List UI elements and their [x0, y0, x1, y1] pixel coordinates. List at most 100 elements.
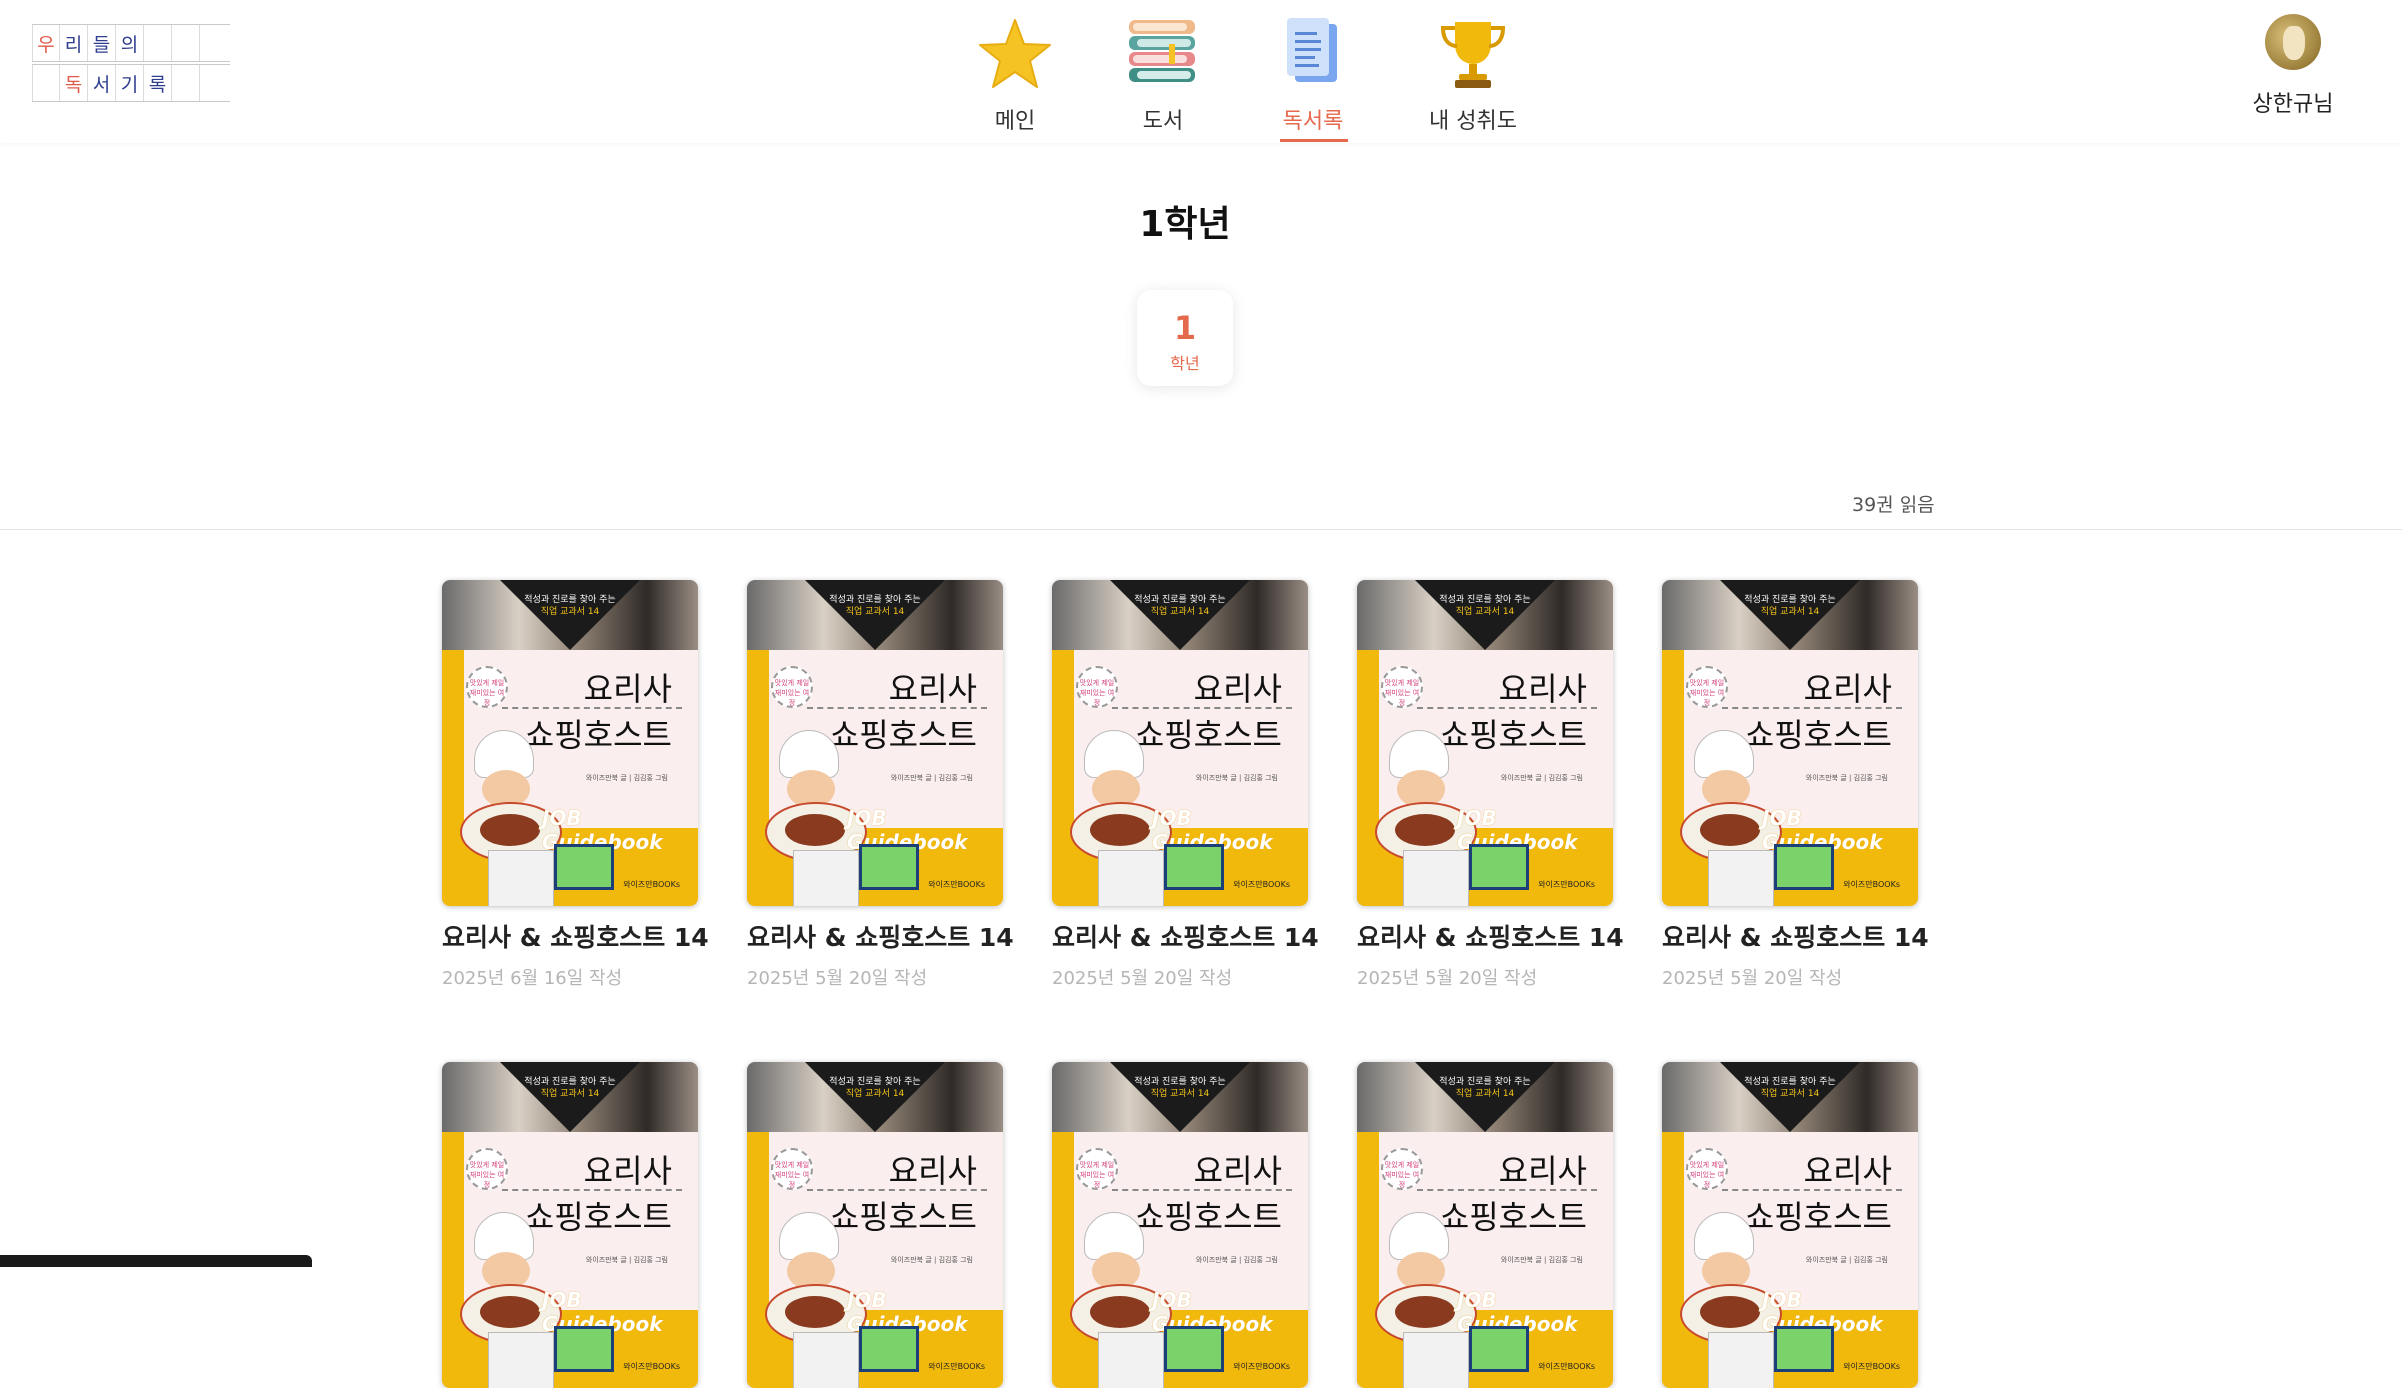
cover-title-2: 쇼핑호스트 — [524, 1198, 672, 1236]
cover-tagline-1: 적성과 진로를 찾아 주는 — [524, 1077, 616, 1087]
book-cover[interactable]: 적성과 진로를 찾아 주는 직업 교과서 14 맛있게 제일 재미있는 여정 요… — [1357, 580, 1613, 906]
nav-label-main: 메인 — [994, 109, 1036, 134]
cover-tagline-2: 직업 교과서 14 — [540, 1089, 600, 1099]
cover-tagline-1: 적성과 진로를 찾아 주는 — [1744, 595, 1836, 605]
chef-apron-illustration — [1708, 1332, 1774, 1388]
cover-tagline-2: 직업 교과서 14 — [1455, 1089, 1515, 1099]
cover-publisher: 와이즈만BOOKs — [928, 880, 985, 889]
cover-author: 와이즈만북 글 | 김김홍 그림 — [1805, 774, 1888, 782]
cover-tagline-2: 직업 교과서 14 — [540, 607, 600, 617]
chef-apron-illustration — [1403, 1332, 1469, 1388]
cover-author: 와이즈만북 글 | 김김홍 그림 — [585, 774, 668, 782]
cover-tagline-1: 적성과 진로를 찾아 주는 — [1439, 595, 1531, 605]
document-icon — [1287, 18, 1337, 82]
book-date: 2025년 5월 20일 작성 — [1357, 968, 1538, 989]
cover-tagline-1: 적성과 진로를 찾아 주는 — [1134, 1077, 1226, 1087]
cover-title-2: 쇼핑호스트 — [1439, 1198, 1587, 1236]
cover-publisher: 와이즈만BOOKs — [623, 1362, 680, 1371]
grade-selector-card[interactable]: 1 학년 — [1137, 290, 1233, 386]
book-date: 2025년 5월 20일 작성 — [1662, 968, 1843, 989]
book-cover[interactable]: 적성과 진로를 찾아 주는 직업 교과서 14 맛있게 제일 재미있는 여정 요… — [442, 1062, 698, 1388]
book-title[interactable]: 요리사 & 쇼핑호스트 14 — [1662, 918, 1929, 954]
book-cover[interactable]: 적성과 진로를 찾아 주는 직업 교과서 14 맛있게 제일 재미있는 여정 요… — [1662, 1062, 1918, 1388]
book-cover[interactable]: 적성과 진로를 찾아 주는 직업 교과서 14 맛있게 제일 재미있는 여정 요… — [1662, 580, 1918, 906]
book-cover[interactable]: 적성과 진로를 찾아 주는 직업 교과서 14 맛있게 제일 재미있는 여정 요… — [747, 1062, 1003, 1388]
cover-publisher: 와이즈만BOOKs — [1843, 880, 1900, 889]
cover-tagline-1: 적성과 진로를 찾아 주는 — [524, 595, 616, 605]
logo-char: 독 — [60, 65, 88, 101]
cover-dash-line — [1722, 1189, 1902, 1191]
chef-apron-illustration — [793, 850, 859, 906]
chef-apron-illustration — [1708, 850, 1774, 906]
logo-row-1: 우 리 들 의 — [32, 24, 230, 62]
cover-dash-line — [1112, 707, 1292, 709]
cover-author: 와이즈만북 글 | 김김홍 그림 — [890, 774, 973, 782]
book-cover[interactable]: 적성과 진로를 찾아 주는 직업 교과서 14 맛있게 제일 재미있는 여정 요… — [1052, 1062, 1308, 1388]
cover-title-1: 요리사 — [583, 1152, 672, 1190]
app-logo[interactable]: 우 리 들 의 독 서 기 록 — [32, 22, 230, 104]
tv-illustration — [859, 1326, 919, 1372]
cover-title-2: 쇼핑호스트 — [524, 716, 672, 754]
cover-title-2: 쇼핑호스트 — [1134, 1198, 1282, 1236]
grade-number: 1 — [1173, 309, 1197, 347]
cover-author: 와이즈만북 글 | 김김홍 그림 — [585, 1256, 668, 1264]
read-count: 39권 읽음 — [1852, 494, 1935, 516]
nav-item-reading-log[interactable]: 독서록 — [1248, 0, 1378, 143]
cover-author: 와이즈만북 글 | 김김홍 그림 — [1500, 1256, 1583, 1264]
section-divider — [0, 529, 2402, 530]
logo-row-2: 독 서 기 록 — [32, 64, 230, 102]
cover-tagline: 적성과 진로를 찾아 주는 직업 교과서 14 — [807, 594, 943, 618]
cover-title-1: 요리사 — [888, 670, 977, 708]
nav-label-books: 도서 — [1142, 109, 1184, 134]
book-title[interactable]: 요리사 & 쇼핑호스트 14 — [1052, 918, 1319, 954]
user-menu[interactable]: 상한규님 — [2228, 14, 2358, 118]
cover-publisher: 와이즈만BOOKs — [1538, 1362, 1595, 1371]
cover-title-1: 요리사 — [1803, 1152, 1892, 1190]
cover-tagline-1: 적성과 진로를 찾아 주는 — [1439, 1077, 1531, 1087]
cover-title-2: 쇼핑호스트 — [829, 716, 977, 754]
book-title[interactable]: 요리사 & 쇼핑호스트 14 — [1357, 918, 1624, 954]
cover-tagline: 적성과 진로를 찾아 주는 직업 교과서 14 — [1417, 1076, 1553, 1100]
nav-item-books[interactable]: 도서 — [1098, 0, 1228, 143]
cover-author: 와이즈만북 글 | 김김홍 그림 — [1500, 774, 1583, 782]
top-header: 우 리 들 의 독 서 기 록 메인 도서 독서록 내 성취도 상한규님 — [0, 0, 2402, 143]
book-title[interactable]: 요리사 & 쇼핑호스트 14 — [442, 918, 709, 954]
cover-tagline-2: 직업 교과서 14 — [1150, 607, 1210, 617]
tv-illustration — [1469, 1326, 1529, 1372]
cover-badge: 맛있게 제일 재미있는 여정 — [771, 1148, 813, 1190]
cover-dash-line — [1722, 707, 1902, 709]
cover-tagline: 적성과 진로를 찾아 주는 직업 교과서 14 — [1722, 1076, 1858, 1100]
cover-author: 와이즈만북 글 | 김김홍 그림 — [1195, 1256, 1278, 1264]
cover-tagline-1: 적성과 진로를 찾아 주는 — [829, 595, 921, 605]
tv-illustration — [859, 844, 919, 890]
avatar-icon[interactable] — [2265, 14, 2321, 70]
book-cover[interactable]: 적성과 진로를 찾아 주는 직업 교과서 14 맛있게 제일 재미있는 여정 요… — [1052, 580, 1308, 906]
tv-illustration — [554, 1326, 614, 1372]
cover-tagline-2: 직업 교과서 14 — [845, 1089, 905, 1099]
tv-illustration — [1469, 844, 1529, 890]
nav-item-achievement[interactable]: 내 성취도 — [1408, 0, 1538, 143]
logo-char: 록 — [144, 65, 172, 101]
cover-publisher: 와이즈만BOOKs — [928, 1362, 985, 1371]
book-date: 2025년 5월 20일 작성 — [1052, 968, 1233, 989]
cover-title-2: 쇼핑호스트 — [1439, 716, 1587, 754]
cover-tagline: 적성과 진로를 찾아 주는 직업 교과서 14 — [502, 1076, 638, 1100]
cover-tagline-1: 적성과 진로를 찾아 주는 — [1134, 595, 1226, 605]
cover-badge: 맛있게 제일 재미있는 여정 — [466, 666, 508, 708]
book-date: 2025년 5월 20일 작성 — [747, 968, 928, 989]
cover-title-1: 요리사 — [1803, 670, 1892, 708]
chef-apron-illustration — [793, 1332, 859, 1388]
nav-item-main[interactable]: 메인 — [950, 0, 1080, 143]
book-cover[interactable]: 적성과 진로를 찾아 주는 직업 교과서 14 맛있게 제일 재미있는 여정 요… — [747, 580, 1003, 906]
logo-char: 리 — [60, 25, 88, 61]
logo-char — [172, 25, 200, 61]
tv-illustration — [1774, 1326, 1834, 1372]
book-title[interactable]: 요리사 & 쇼핑호스트 14 — [747, 918, 1014, 954]
cover-tagline: 적성과 진로를 찾아 주는 직업 교과서 14 — [502, 594, 638, 618]
book-cover[interactable]: 적성과 진로를 찾아 주는 직업 교과서 14 맛있게 제일 재미있는 여정 요… — [442, 580, 698, 906]
book-cover[interactable]: 적성과 진로를 찾아 주는 직업 교과서 14 맛있게 제일 재미있는 여정 요… — [1357, 1062, 1613, 1388]
logo-char: 의 — [116, 25, 144, 61]
cover-tagline-2: 직업 교과서 14 — [1455, 607, 1515, 617]
user-name: 상한규님 — [2252, 92, 2334, 117]
tv-illustration — [1774, 844, 1834, 890]
